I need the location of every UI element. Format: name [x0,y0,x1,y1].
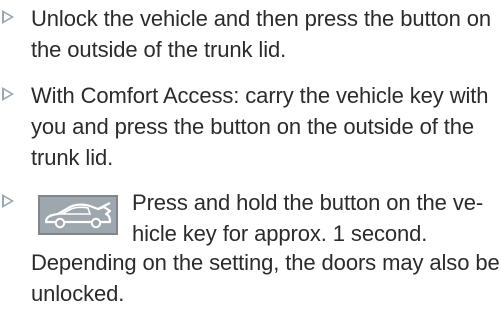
instruction-text: Unlock the vehicle and then press the bu… [31,6,492,62]
bullet-triangle-icon [2,10,14,24]
bullet-triangle-icon [2,194,14,208]
bullet-triangle-icon [2,87,14,101]
instruction-text: With Comfort Access: carry the vehicle k… [31,83,489,170]
instruction-text: Press and hold the button on the ve-hicl… [132,190,484,246]
manual-page: Unlock the vehicle and then press the bu… [0,0,502,306]
car-trunk-open-icon [38,195,118,235]
